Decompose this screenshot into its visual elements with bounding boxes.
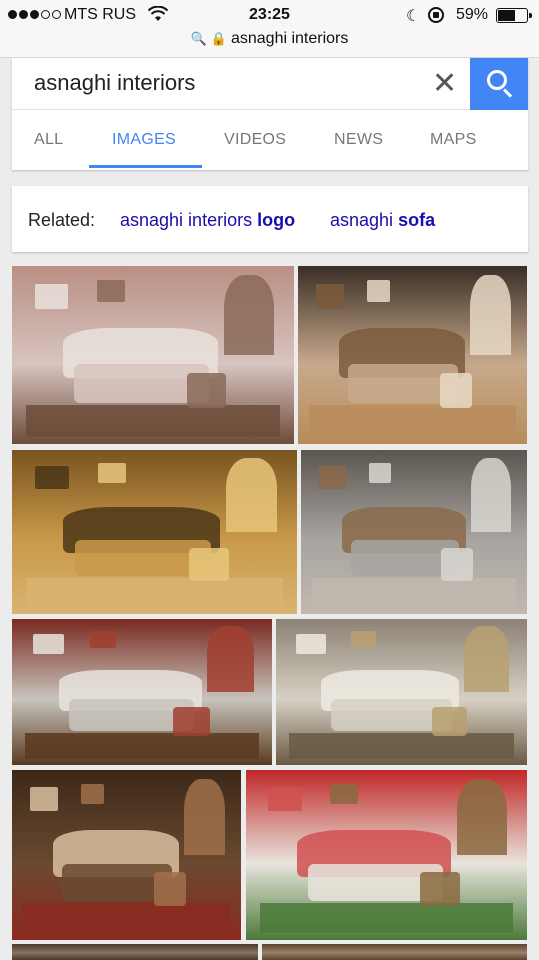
image-detail [225, 458, 278, 532]
active-tab-indicator [89, 165, 202, 168]
image-detail [25, 732, 259, 760]
image-detail [23, 902, 230, 934]
related-label: Related: [28, 210, 96, 230]
tab-videos[interactable]: VIDEOS [224, 131, 286, 149]
image-result-salon-red-sofa[interactable] [246, 770, 527, 940]
image-result-bedroom-white-gold[interactable] [276, 619, 527, 765]
image-detail [30, 787, 58, 811]
related-chip-sofa[interactable]: asnaghi sofa [330, 210, 435, 231]
image-results-grid [0, 264, 539, 960]
search-tabs: ALL IMAGES VIDEOS NEWS MAPS [12, 111, 528, 170]
image-detail [420, 872, 460, 906]
tab-maps[interactable]: MAPS [430, 131, 477, 149]
image-detail [469, 274, 511, 355]
image-detail [312, 577, 516, 608]
image-detail [207, 626, 254, 692]
orientation-lock-icon [428, 7, 444, 23]
image-result-salon-brown-velvet[interactable] [12, 770, 241, 940]
image-detail [368, 463, 392, 483]
image-detail [80, 783, 104, 804]
image-detail [260, 902, 513, 934]
image-result-bedroom-grey-silver[interactable] [301, 450, 527, 614]
tab-images[interactable]: IMAGES [112, 131, 176, 149]
image-detail [268, 787, 303, 811]
do-not-disturb-icon: ☾ [406, 8, 421, 25]
image-detail [470, 458, 512, 532]
search-panel: asnaghi interiors ✕ ALL IMAGES VIDEOS NE… [12, 58, 528, 170]
image-detail [153, 872, 187, 906]
image-detail [90, 630, 116, 649]
related-searches: Related: asnaghi interiors logo asnaghi … [12, 186, 528, 252]
image-detail [431, 706, 467, 736]
image-detail [351, 630, 377, 649]
search-button[interactable] [470, 58, 528, 110]
image-result-salon-dark-sofas[interactable] [298, 266, 527, 444]
status-bar: MTS RUS 23:25 ☾ 59% 🔍 🔒 asnaghi interiors [0, 0, 539, 58]
battery-icon [496, 8, 532, 23]
image-detail [223, 274, 275, 355]
image-detail [319, 466, 347, 490]
image-result-bedroom-red-walls[interactable] [12, 619, 272, 765]
battery-percentage: 59% [456, 6, 489, 23]
tab-news[interactable]: NEWS [334, 131, 383, 149]
close-icon[interactable]: ✕ [432, 66, 457, 101]
image-detail [97, 463, 126, 483]
image-detail [26, 577, 283, 608]
image-detail [288, 732, 515, 760]
image-result-bottom-right-partial[interactable] [262, 944, 527, 960]
image-detail [441, 548, 473, 582]
image-detail [183, 778, 225, 855]
search-icon: 🔍 [190, 31, 207, 46]
image-detail [366, 280, 390, 302]
related-chip-logo[interactable]: asnaghi interiors logo [120, 210, 295, 231]
address-bar[interactable]: 🔍 🔒 asnaghi interiors [0, 30, 539, 48]
image-result-dining-gold-cabinets[interactable] [12, 450, 297, 614]
image-detail [330, 783, 359, 804]
image-detail [309, 404, 516, 437]
image-result-bedroom-pink-gold[interactable] [12, 266, 294, 444]
image-result-bottom-left-partial[interactable] [12, 944, 258, 960]
image-detail [34, 283, 69, 309]
image-detail [34, 466, 69, 490]
image-detail [32, 633, 64, 655]
search-input[interactable]: asnaghi interiors [34, 70, 195, 96]
image-detail [456, 778, 508, 855]
image-detail [188, 548, 229, 582]
image-detail [296, 633, 327, 655]
image-detail [439, 372, 473, 409]
search-bar: asnaghi interiors ✕ [12, 58, 528, 110]
lock-icon: 🔒 [210, 31, 227, 46]
image-detail [26, 404, 280, 437]
tab-all[interactable]: ALL [34, 131, 63, 149]
image-detail [464, 626, 510, 692]
address-text: asnaghi interiors [230, 30, 349, 47]
image-detail [316, 283, 344, 309]
image-detail [186, 372, 227, 409]
image-detail [173, 706, 210, 736]
image-detail [96, 280, 125, 302]
search-icon [487, 70, 507, 90]
